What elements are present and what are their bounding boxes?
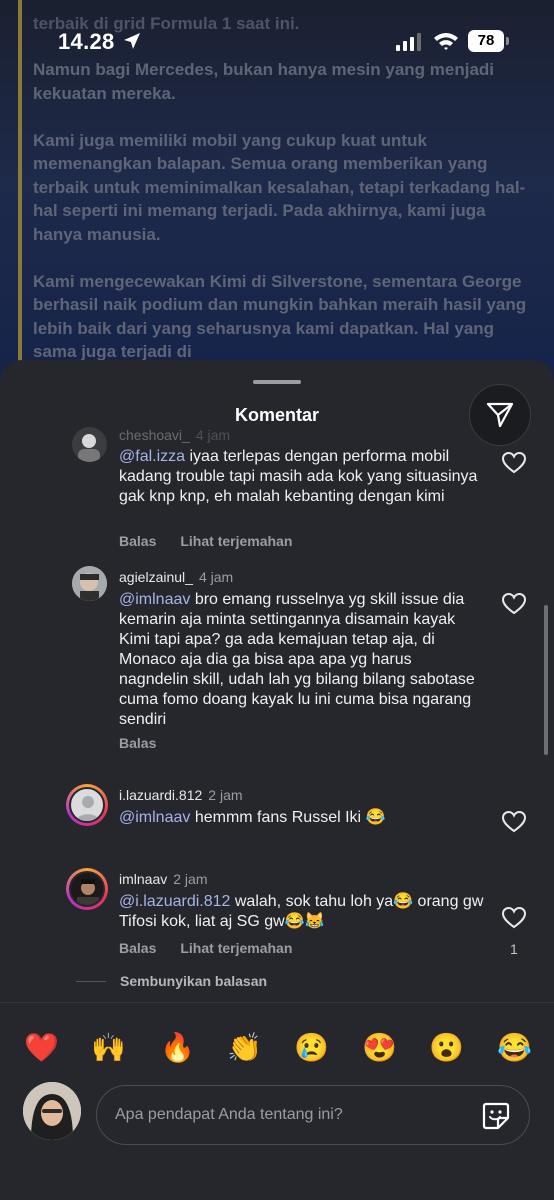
avatar[interactable]: [72, 566, 107, 601]
battery-icon: 78: [468, 30, 504, 52]
avatar[interactable]: [66, 784, 108, 826]
location-arrow-icon: [124, 33, 140, 49]
emoji-laughing[interactable]: 😂: [497, 1028, 532, 1068]
comment-mention[interactable]: @imlnaav: [119, 809, 190, 826]
comment-mention[interactable]: @i.lazuardi.812: [119, 893, 230, 910]
sticker-icon[interactable]: [480, 1100, 512, 1132]
comment-username[interactable]: imlnaav 2 jam: [119, 871, 207, 887]
wifi-icon: [434, 33, 458, 50]
comment-text: @imlnaav hemmm fans Russel Iki 😂: [119, 808, 484, 828]
reply-button[interactable]: Balas: [119, 940, 156, 956]
heart-icon[interactable]: [501, 592, 527, 616]
avatar[interactable]: [66, 868, 108, 910]
comment-mention[interactable]: @fal.izza: [119, 448, 185, 465]
comment-time: 2 jam: [173, 871, 208, 887]
post-paragraph: Kami juga memiliki mobil yang cukup kuat…: [33, 130, 526, 244]
comment-mention[interactable]: @imlnaav: [119, 591, 190, 608]
hide-replies-label: Sembunyikan balasan: [120, 973, 268, 989]
comment-actions: Balas Lihat terjemahan: [119, 533, 316, 549]
emoji-fire[interactable]: 🔥: [160, 1028, 195, 1068]
username-text[interactable]: imlnaav: [119, 871, 167, 887]
emoji-heart-eyes[interactable]: 😍: [362, 1028, 397, 1068]
emoji-clap[interactable]: 👏: [227, 1028, 262, 1068]
scrollbar[interactable]: [544, 605, 548, 755]
username-text[interactable]: agielzainul_: [119, 569, 193, 585]
username-text[interactable]: i.lazuardi.812: [119, 787, 202, 803]
see-translation-button[interactable]: Lihat terjemahan: [180, 533, 292, 549]
post-paragraph: Kami mengecewakan Kimi di Silverstone, s…: [33, 271, 527, 362]
comment-text: @fal.izza iyaa terlepas dengan performa …: [119, 447, 484, 507]
signal-icon: [396, 33, 421, 51]
comment-body: bro emang russelnya yg skill issue dia k…: [119, 591, 475, 728]
like-count: 1: [510, 941, 518, 957]
my-avatar: [23, 1082, 81, 1140]
battery-tip: [506, 37, 509, 45]
comment-time: 4 jam: [195, 427, 231, 443]
reply-button[interactable]: Balas: [119, 533, 156, 549]
emoji-surprised[interactable]: 😮: [429, 1028, 464, 1068]
comment-username[interactable]: agielzainul_ 4 jam: [119, 569, 233, 585]
comment-time: 4 jam: [198, 569, 234, 585]
username-text[interactable]: cheshoavi_: [119, 427, 190, 443]
comment-input[interactable]: [115, 1086, 465, 1143]
comment-actions: Balas Lihat terjemahan: [119, 940, 316, 956]
avatar[interactable]: [72, 427, 107, 462]
post-caption: terbaik di grid Formula 1 saat ini. Namu…: [33, 14, 533, 387]
emoji-crying[interactable]: 😢: [294, 1028, 329, 1068]
comment-username[interactable]: cheshoavi_ 4 jam: [119, 427, 230, 443]
comment-time: 2 jam: [208, 787, 243, 803]
comments-list[interactable]: cheshoavi_ 4 jam @fal.izza iyaa terlepas …: [0, 420, 554, 985]
status-time: 14.28: [58, 29, 115, 54]
emoji-quick-reactions: ❤️ 🙌 🔥 👏 😢 😍 😮 😂: [0, 1028, 554, 1068]
status-bar: 14.28 78: [0, 0, 554, 80]
comment-composer: [96, 1085, 530, 1145]
heart-icon[interactable]: [501, 451, 527, 475]
reply-button[interactable]: Balas: [119, 735, 156, 751]
comment-actions: Balas: [119, 735, 180, 751]
comment-username[interactable]: i.lazuardi.812 2 jam: [119, 787, 243, 803]
divider: [0, 1002, 554, 1003]
heart-icon[interactable]: [501, 906, 527, 930]
comment-body: hemmm fans Russel Iki 😂: [190, 809, 386, 826]
comments-sheet: Komentar cheshoavi_ 4 jam @fal.izza iyaa …: [0, 360, 554, 1200]
emoji-raised-hands[interactable]: 🙌: [91, 1028, 126, 1068]
sheet-grabber[interactable]: [253, 380, 301, 384]
divider-line: [76, 980, 106, 982]
comment-text: @imlnaav bro emang russelnya yg skill is…: [119, 590, 484, 730]
hide-replies-button[interactable]: Sembunyikan balasan: [76, 973, 267, 989]
comment-text: @i.lazuardi.812 walah, sok tahu loh ya😂 …: [119, 892, 484, 932]
avatar-image: [69, 871, 105, 907]
see-translation-button[interactable]: Lihat terjemahan: [180, 940, 292, 956]
avatar-image: [69, 787, 105, 823]
emoji-heart[interactable]: ❤️: [24, 1028, 59, 1068]
heart-icon[interactable]: [501, 810, 527, 834]
